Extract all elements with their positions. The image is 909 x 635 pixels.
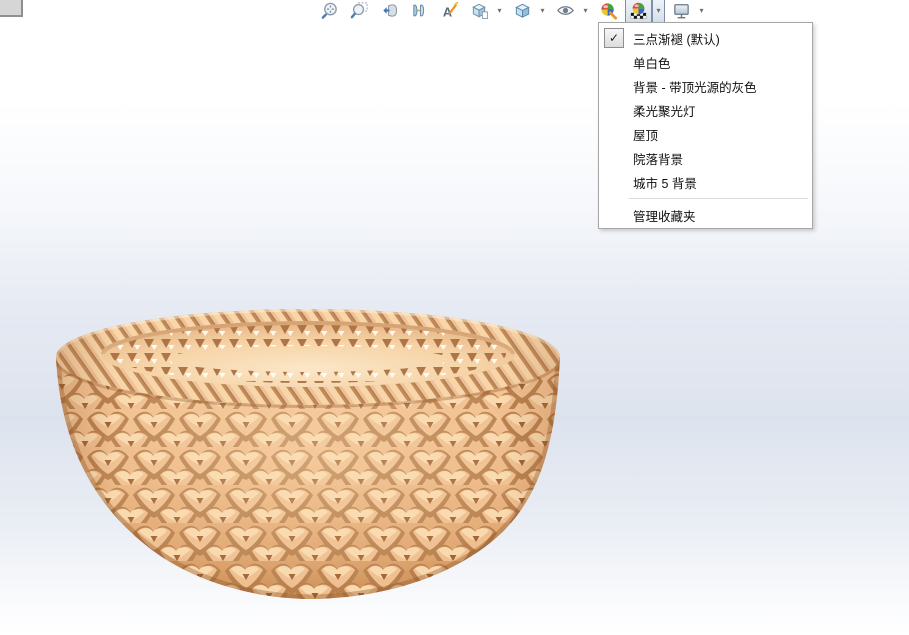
previous-view-icon bbox=[380, 1, 399, 20]
scene-menu-item-label: 城市 5 背景 bbox=[633, 176, 697, 191]
zoom-to-area-icon bbox=[350, 1, 369, 20]
view-settings-button[interactable] bbox=[668, 0, 695, 23]
checkmark-box: ✓ bbox=[604, 28, 624, 48]
display-style-dropdown-arrow[interactable]: ▾ bbox=[536, 0, 549, 23]
eye-icon bbox=[556, 1, 575, 20]
woven-basket-model[interactable] bbox=[40, 295, 580, 610]
section-view-button[interactable] bbox=[406, 0, 433, 23]
scene-menu-item[interactable]: 背景 - 带顶光源的灰色 bbox=[599, 74, 812, 98]
apply-scene-button[interactable] bbox=[625, 0, 652, 23]
hide-show-items-dropdown-arrow[interactable]: ▾ bbox=[579, 0, 592, 23]
previous-view-button[interactable] bbox=[376, 0, 403, 23]
scene-menu-item[interactable]: 屋顶 bbox=[599, 122, 812, 146]
scene-menu-item-label: 屋顶 bbox=[633, 128, 659, 143]
menu-gutter bbox=[604, 172, 624, 192]
scene-menu-item-label: 管理收藏夹 bbox=[633, 209, 696, 224]
shaded-cube-icon bbox=[513, 1, 532, 20]
scene-menu-item[interactable]: 城市 5 背景 bbox=[599, 170, 812, 194]
hide-show-items-button[interactable] bbox=[552, 0, 579, 23]
menu-separator bbox=[629, 198, 808, 199]
monitor-icon bbox=[672, 1, 691, 20]
menu-gutter bbox=[604, 76, 624, 96]
apply-scene-dropdown-menu: ✓ 三点渐褪 (默认) 单白色背景 - 带顶光源的灰色 柔光聚光灯屋顶院落背景城市 5… bbox=[598, 22, 813, 229]
view-settings-dropdown-arrow[interactable]: ▾ bbox=[695, 0, 708, 23]
scene-menu-item-label: 院落背景 bbox=[633, 152, 684, 167]
scene-menu-item-label: 单白色 bbox=[633, 56, 671, 71]
scene-menu-item-label: 柔光聚光灯 bbox=[633, 104, 696, 119]
scene-menu-item[interactable]: 管理收藏夹 bbox=[599, 203, 812, 227]
annotation-pencil-icon bbox=[440, 1, 459, 20]
zoom-to-area-button[interactable] bbox=[346, 0, 373, 23]
apply-scene-dropdown-arrow[interactable]: ▾ bbox=[652, 0, 665, 23]
menu-gutter bbox=[604, 148, 624, 168]
scene-menu-item-label: 三点渐褪 (默认) bbox=[633, 32, 720, 47]
view-orientation-dropdown-arrow[interactable]: ▾ bbox=[493, 0, 506, 23]
appearance-sphere-icon bbox=[599, 1, 618, 20]
menu-gutter bbox=[604, 205, 624, 225]
display-style-button[interactable] bbox=[509, 0, 536, 23]
heads-up-view-toolbar: ▾ ▾ ▾ ▾ ▾ bbox=[316, 0, 711, 23]
scene-menu-item[interactable]: 院落背景 bbox=[599, 146, 812, 170]
view-cube-icon bbox=[470, 1, 489, 20]
cad-viewport-window: A bbox=[0, 0, 909, 635]
edit-appearance-button[interactable] bbox=[595, 0, 622, 23]
scene-sphere-icon bbox=[629, 1, 648, 20]
section-view-icon bbox=[410, 1, 429, 20]
scene-menu-item[interactable]: ✓ 三点渐褪 (默认) bbox=[599, 26, 812, 50]
scene-menu-item-label: 背景 - 带顶光源的灰色 bbox=[633, 80, 757, 95]
menu-gutter bbox=[604, 124, 624, 144]
view-orientation-button[interactable] bbox=[466, 0, 493, 23]
menu-gutter bbox=[604, 100, 624, 120]
zoom-to-fit-icon bbox=[320, 1, 339, 20]
menu-gutter bbox=[604, 52, 624, 72]
zoom-to-fit-button[interactable] bbox=[316, 0, 343, 23]
scene-menu-item[interactable]: 单白色 bbox=[599, 50, 812, 74]
scene-menu-item[interactable]: 柔光聚光灯 bbox=[599, 98, 812, 122]
dynamic-annotation-views-button[interactable] bbox=[436, 0, 463, 23]
